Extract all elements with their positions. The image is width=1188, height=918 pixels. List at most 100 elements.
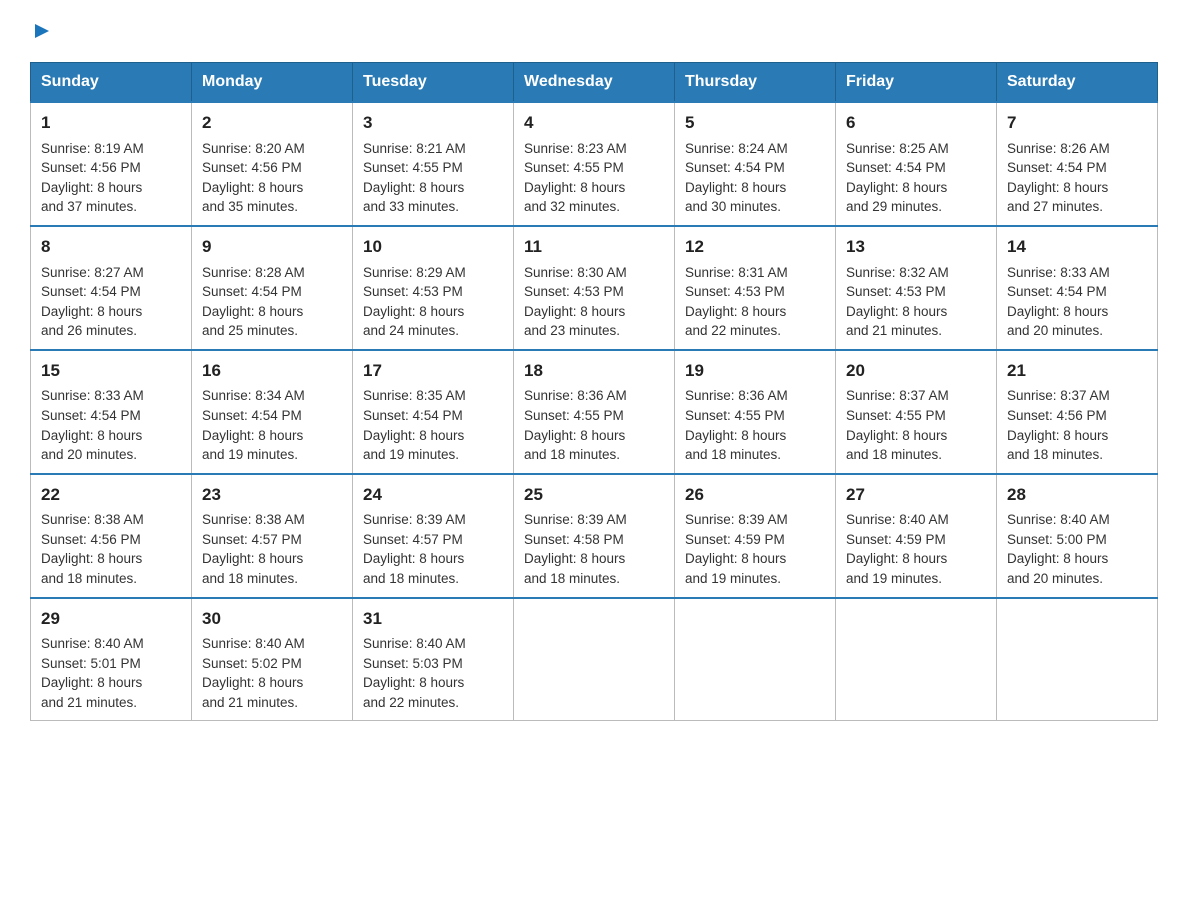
daylight-info: Daylight: 8 hours (846, 180, 947, 195)
day-number: 8 (41, 235, 181, 260)
day-number: 4 (524, 111, 664, 136)
calendar-cell: 21Sunrise: 8:37 AMSunset: 4:56 PMDayligh… (997, 350, 1158, 474)
daylight-info: Daylight: 8 hours (363, 304, 464, 319)
sunset-info: Sunset: 5:03 PM (363, 656, 463, 671)
sunrise-info: Sunrise: 8:39 AM (685, 512, 788, 527)
day-number: 28 (1007, 483, 1147, 508)
day-number: 16 (202, 359, 342, 384)
calendar-cell: 30Sunrise: 8:40 AMSunset: 5:02 PMDayligh… (192, 598, 353, 721)
sunset-info: Sunset: 4:53 PM (363, 284, 463, 299)
calendar-cell: 12Sunrise: 8:31 AMSunset: 4:53 PMDayligh… (675, 226, 836, 350)
daylight-info: Daylight: 8 hours (846, 428, 947, 443)
daylight-info: Daylight: 8 hours (202, 304, 303, 319)
sunrise-info: Sunrise: 8:29 AM (363, 265, 466, 280)
daylight-info: and 26 minutes. (41, 323, 137, 338)
sunrise-info: Sunrise: 8:38 AM (41, 512, 144, 527)
day-number: 30 (202, 607, 342, 632)
day-number: 1 (41, 111, 181, 136)
daylight-info: and 18 minutes. (685, 447, 781, 462)
calendar-cell: 23Sunrise: 8:38 AMSunset: 4:57 PMDayligh… (192, 474, 353, 598)
sunset-info: Sunset: 4:54 PM (685, 160, 785, 175)
sunrise-info: Sunrise: 8:40 AM (1007, 512, 1110, 527)
daylight-info: Daylight: 8 hours (685, 428, 786, 443)
daylight-info: and 30 minutes. (685, 199, 781, 214)
sunrise-info: Sunrise: 8:34 AM (202, 388, 305, 403)
calendar-cell: 28Sunrise: 8:40 AMSunset: 5:00 PMDayligh… (997, 474, 1158, 598)
sunset-info: Sunset: 4:59 PM (685, 532, 785, 547)
day-number: 25 (524, 483, 664, 508)
sunset-info: Sunset: 4:54 PM (1007, 284, 1107, 299)
day-number: 21 (1007, 359, 1147, 384)
daylight-info: and 18 minutes. (202, 571, 298, 586)
daylight-info: and 18 minutes. (363, 571, 459, 586)
sunset-info: Sunset: 4:54 PM (41, 408, 141, 423)
sunrise-info: Sunrise: 8:26 AM (1007, 141, 1110, 156)
day-number: 13 (846, 235, 986, 260)
sunrise-info: Sunrise: 8:23 AM (524, 141, 627, 156)
sunset-info: Sunset: 4:54 PM (202, 284, 302, 299)
daylight-info: and 20 minutes. (1007, 571, 1103, 586)
weekday-header-row: SundayMondayTuesdayWednesdayThursdayFrid… (31, 63, 1158, 103)
logo (30, 20, 53, 42)
calendar-cell: 13Sunrise: 8:32 AMSunset: 4:53 PMDayligh… (836, 226, 997, 350)
daylight-info: Daylight: 8 hours (202, 180, 303, 195)
weekday-header-sunday: Sunday (31, 63, 192, 103)
sunset-info: Sunset: 4:53 PM (685, 284, 785, 299)
day-number: 19 (685, 359, 825, 384)
daylight-info: and 18 minutes. (41, 571, 137, 586)
daylight-info: and 21 minutes. (846, 323, 942, 338)
weekday-header-tuesday: Tuesday (353, 63, 514, 103)
day-number: 10 (363, 235, 503, 260)
calendar-cell: 29Sunrise: 8:40 AMSunset: 5:01 PMDayligh… (31, 598, 192, 721)
week-row-1: 1 Sunrise: 8:19 AM Sunset: 4:56 PM Daylight… (31, 102, 1158, 226)
day-number: 23 (202, 483, 342, 508)
calendar-cell: 10 Sunrise: 8:29 AM Sunset: 4:53 PM Dayligh… (353, 226, 514, 350)
sunrise-info: Sunrise: 8:33 AM (1007, 265, 1110, 280)
calendar-cell: 3Sunrise: 8:21 AMSunset: 4:55 PMDaylight… (353, 102, 514, 226)
week-row-2: 8Sunrise: 8:27 AMSunset: 4:54 PMDaylight… (31, 226, 1158, 350)
daylight-info: and 32 minutes. (524, 199, 620, 214)
daylight-info: Daylight: 8 hours (846, 551, 947, 566)
day-number: 17 (363, 359, 503, 384)
daylight-info: and 19 minutes. (846, 571, 942, 586)
sunrise-info: Sunrise: 8:40 AM (363, 636, 466, 651)
calendar-cell: 25Sunrise: 8:39 AMSunset: 4:58 PMDayligh… (514, 474, 675, 598)
calendar-cell: 24Sunrise: 8:39 AMSunset: 4:57 PMDayligh… (353, 474, 514, 598)
sunset-info: Sunset: 4:54 PM (202, 408, 302, 423)
sunset-info: Sunset: 4:56 PM (41, 160, 141, 175)
daylight-info: Daylight: 8 hours (524, 180, 625, 195)
daylight-info: Daylight: 8 hours (41, 428, 142, 443)
day-number: 11 (524, 235, 664, 260)
calendar-cell: 4Sunrise: 8:23 AMSunset: 4:55 PMDaylight… (514, 102, 675, 226)
daylight-info: and 19 minutes. (202, 447, 298, 462)
calendar-cell: 8Sunrise: 8:27 AMSunset: 4:54 PMDaylight… (31, 226, 192, 350)
calendar-cell: 17Sunrise: 8:35 AMSunset: 4:54 PMDayligh… (353, 350, 514, 474)
daylight-info: and 22 minutes. (685, 323, 781, 338)
daylight-info: and 23 minutes. (524, 323, 620, 338)
calendar-cell: 18Sunrise: 8:36 AMSunset: 4:55 PMDayligh… (514, 350, 675, 474)
day-number: 9 (202, 235, 342, 260)
day-number: 20 (846, 359, 986, 384)
day-number: 2 (202, 111, 342, 136)
daylight-info: Daylight: 8 hours (363, 428, 464, 443)
sunrise-info: Sunrise: 8:31 AM (685, 265, 788, 280)
sunrise-info: Sunrise: 8:36 AM (685, 388, 788, 403)
daylight-info: and 37 minutes. (41, 199, 137, 214)
day-number: 3 (363, 111, 503, 136)
daylight-info: and 20 minutes. (1007, 323, 1103, 338)
day-number: 27 (846, 483, 986, 508)
daylight-info: Daylight: 8 hours (363, 551, 464, 566)
daylight-info: Daylight: 8 hours (685, 180, 786, 195)
sunset-info: Sunset: 4:56 PM (202, 160, 302, 175)
calendar-cell: 16Sunrise: 8:34 AMSunset: 4:54 PMDayligh… (192, 350, 353, 474)
daylight-info: Daylight: 8 hours (1007, 304, 1108, 319)
daylight-info: and 21 minutes. (41, 695, 137, 710)
daylight-info: and 18 minutes. (1007, 447, 1103, 462)
sunrise-info: Sunrise: 8:19 AM (41, 141, 144, 156)
week-row-4: 22Sunrise: 8:38 AMSunset: 4:56 PMDayligh… (31, 474, 1158, 598)
daylight-info: and 22 minutes. (363, 695, 459, 710)
day-number: 12 (685, 235, 825, 260)
day-number: 6 (846, 111, 986, 136)
sunset-info: Sunset: 5:00 PM (1007, 532, 1107, 547)
day-number: 7 (1007, 111, 1147, 136)
